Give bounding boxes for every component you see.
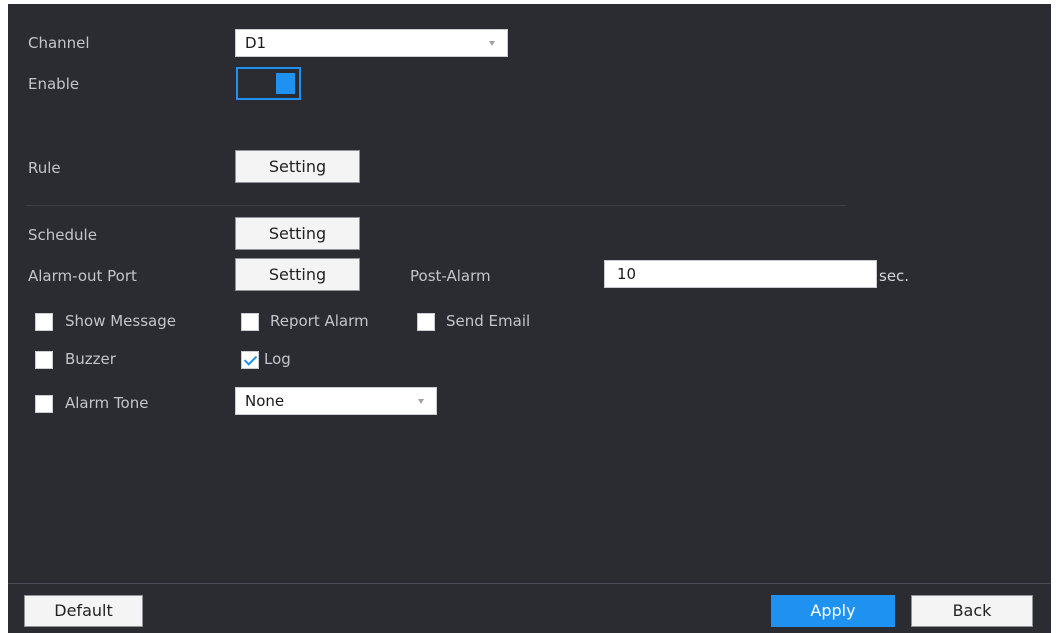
rule-label: Rule — [28, 159, 61, 177]
buzzer-label: Buzzer — [65, 350, 116, 368]
default-button[interactable]: Default — [24, 595, 143, 627]
show-message-checkbox[interactable] — [35, 313, 53, 331]
channel-select[interactable]: D1 — [235, 29, 508, 57]
toggle-knob — [276, 73, 295, 94]
report-alarm-checkbox[interactable] — [241, 313, 259, 331]
back-button[interactable]: Back — [911, 595, 1033, 627]
alarm-tone-value: None — [245, 392, 285, 410]
schedule-label: Schedule — [28, 226, 97, 244]
schedule-setting-button[interactable]: Setting — [235, 217, 360, 250]
post-alarm-unit: sec. — [879, 267, 910, 285]
section-divider — [26, 205, 846, 206]
log-label: Log — [264, 350, 291, 368]
alarm-tone-select[interactable]: None — [235, 387, 437, 415]
chevron-down-icon — [489, 41, 495, 46]
rule-setting-button[interactable]: Setting — [235, 150, 360, 183]
post-alarm-input[interactable]: 10 — [604, 260, 877, 288]
alarm-tone-label: Alarm Tone — [65, 394, 149, 412]
buzzer-checkbox[interactable] — [35, 351, 53, 369]
send-email-checkbox[interactable] — [417, 313, 435, 331]
apply-button[interactable]: Apply — [771, 595, 895, 627]
enable-toggle[interactable] — [236, 67, 301, 100]
post-alarm-label: Post-Alarm — [410, 267, 491, 285]
send-email-label: Send Email — [446, 312, 531, 330]
enable-label: Enable — [28, 75, 80, 93]
alarm-out-setting-button[interactable]: Setting — [235, 258, 360, 291]
channel-label: Channel — [28, 34, 90, 52]
channel-value: D1 — [245, 34, 267, 52]
chevron-down-icon — [418, 399, 424, 404]
settings-panel: Channel D1 Enable Rule Setting Schedule … — [8, 4, 1051, 633]
log-checkbox[interactable] — [241, 351, 259, 369]
show-message-label: Show Message — [65, 312, 176, 330]
alarm-tone-checkbox[interactable] — [35, 395, 53, 413]
alarm-out-port-label: Alarm-out Port — [28, 267, 137, 285]
report-alarm-label: Report Alarm — [270, 312, 369, 330]
footer-divider — [8, 583, 1051, 584]
